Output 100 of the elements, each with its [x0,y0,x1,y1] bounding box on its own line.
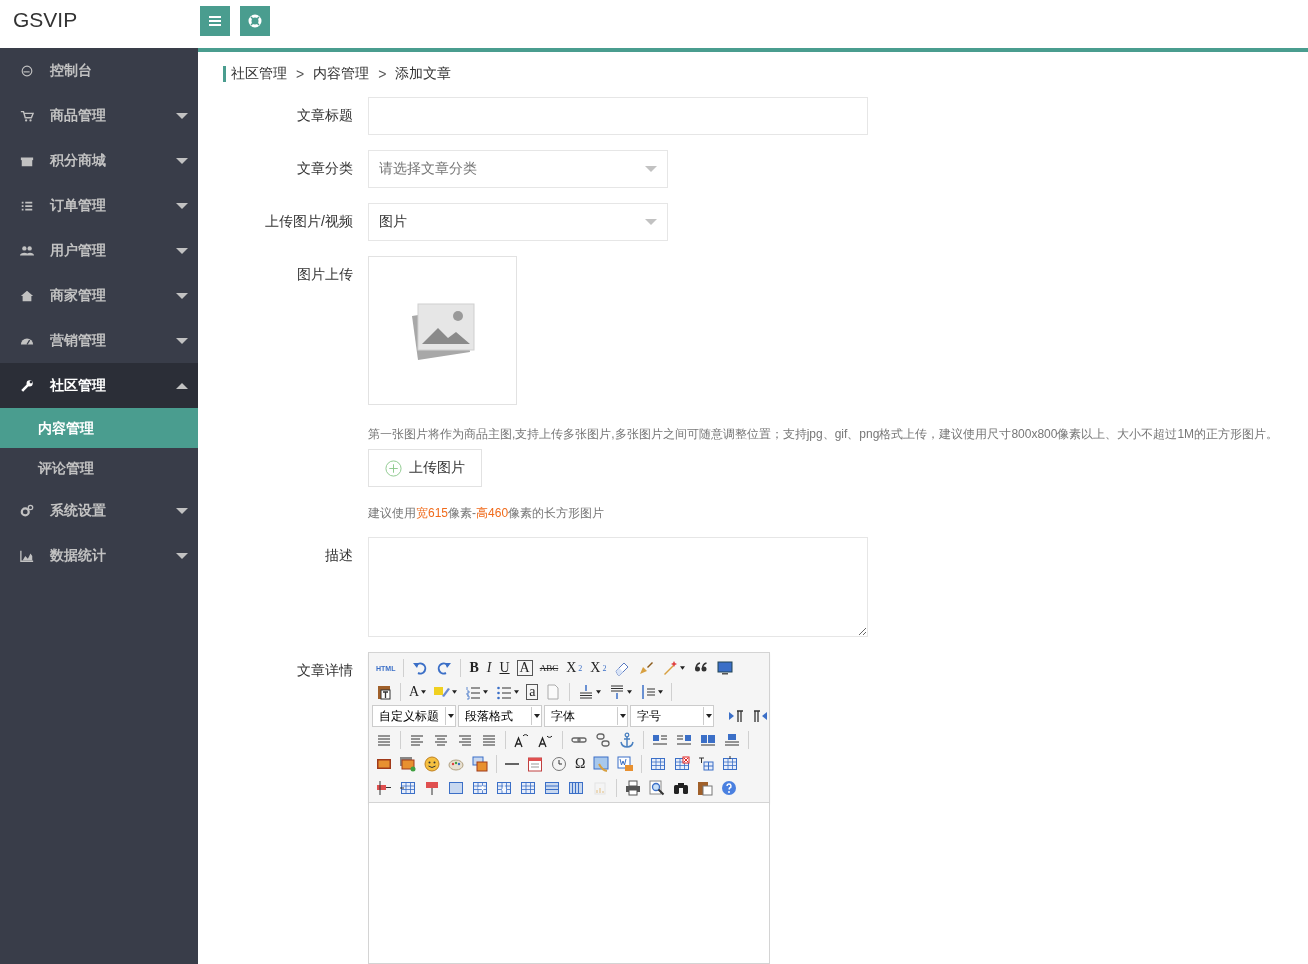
breadcrumb-item: 添加文章 [395,65,452,83]
caret-icon [176,157,188,164]
cart-icon [20,108,34,123]
image-upload-box[interactable] [368,256,517,405]
breadcrumb-item[interactable]: 社区管理 [231,65,287,83]
sidebar-item[interactable]: 系统设置 [0,488,198,533]
sidebar-item[interactable]: 订单管理 [0,183,198,228]
toolbar-button[interactable]: I [483,658,495,678]
columns-icon [568,780,584,796]
toolbar-button[interactable]: Ω [572,754,589,774]
spacing-bottom-icon [609,684,626,700]
toolbar-button[interactable]: A [516,660,533,676]
breadcrumb-marker [223,66,226,82]
caret-icon [627,690,633,694]
sidebar-subitem[interactable]: 评论管理 [0,448,198,488]
sidebar-item[interactable]: 商家管理 [0,273,198,318]
eraser-icon [614,660,631,676]
toolbar-button[interactable]: a [526,684,539,700]
caret-icon [176,202,188,209]
numbered-list-icon [465,684,482,700]
plus-icon [385,459,402,477]
clipboard-icon [376,684,392,700]
binoculars-icon [673,780,689,796]
smiley-icon [424,756,440,772]
menu-icon [209,15,221,26]
toolbar-dropdown[interactable]: 自定义标题 [372,705,456,727]
delete-table-icon [674,756,691,772]
logo-text: GSVIP [12,8,79,32]
lifebuoy-icon [248,13,262,28]
bullet-list-icon [496,684,513,700]
caret-icon [421,690,427,694]
input-field[interactable] [368,97,868,135]
insert-frame-button[interactable] [469,754,491,774]
select-field[interactable]: 图片 [368,203,668,241]
toolbar-dropdown[interactable]: 字号 [630,705,714,727]
caret-icon [176,247,188,254]
unlink-icon [595,732,611,748]
upload-image-button[interactable]: 上传图片 [368,449,482,487]
caret-icon [176,382,188,389]
justify-icon [481,732,497,748]
sidebar-item[interactable]: 数据统计 [0,533,198,578]
wrench-icon [20,378,34,393]
wand-icon [662,660,679,676]
spacing-top-icon [578,684,595,700]
lifebuoy-button[interactable] [240,5,270,36]
toolbar-button[interactable]: A [406,682,430,702]
caret-icon [176,292,188,299]
monitor-icon [717,660,734,676]
help-icon [721,780,737,796]
clock-icon [551,756,567,772]
caret-icon [447,714,454,718]
magnifier-icon [649,780,665,796]
breadcrumb-separator: > [378,66,387,82]
sidebar-item[interactable]: 用户管理 [0,228,198,273]
split-rows-icon [520,780,536,796]
caret-icon [176,337,188,344]
caret-icon [533,714,540,718]
field-label: 上传图片/视频 [264,212,354,231]
chart-icon [20,548,34,563]
toolbar-button[interactable]: U [496,658,513,678]
select-field[interactable]: 请选择文章分类 [368,150,668,188]
smiley-button[interactable] [421,754,443,774]
image-center-icon [724,732,740,748]
upload-hint: 第一张图片将作为商品主图,支持上传多张图片,多张图片之间可随意调整位置；支持jpg、gif、png格式上传，建议使用尺寸800x800像素以上、大小不超过1M的正方形图片。 [368,426,1279,443]
text-direction-rtl-icon [752,708,768,724]
align-center-icon [433,732,449,748]
split-cell-icon [376,780,392,796]
merge-right-icon [472,780,488,796]
field-label: 描述 [324,546,354,565]
users-icon [20,243,34,258]
align-left-icon [409,732,425,748]
sidebar-item[interactable]: 控制台 [0,48,198,93]
caret-icon [596,690,602,694]
float-left-icon [652,732,668,748]
align-right-icon [457,732,473,748]
breadcrumb-item[interactable]: 内容管理 [313,65,370,83]
image-icon [376,756,392,772]
line-height-icon [640,684,657,700]
sidebar-item[interactable]: 商品管理 [0,93,198,138]
menu-button[interactable] [200,5,230,36]
toolbar-button[interactable]: ABC [536,658,562,678]
image-size-note: 建议使用宽615像素-高460像素的长方形图片 [368,505,605,522]
sidebar-item[interactable]: 营销管理 [0,318,198,363]
anchor-icon [619,732,635,748]
breadcrumb-separator: > [296,66,305,82]
home-icon [20,288,34,303]
description-field[interactable] [368,537,868,637]
sidebar-item[interactable]: 社区管理 [0,363,198,408]
sidebar-item[interactable]: 积分商城 [0,138,198,183]
text-direction-ltr-icon [728,708,744,724]
toolbar-dropdown[interactable]: 段落格式 [458,705,542,727]
delete-row-icon [424,780,440,796]
table-title-icon [698,756,715,772]
toolbar-button[interactable]: B [466,658,482,678]
toolbar-dropdown[interactable]: 字体 [544,705,628,727]
caret-icon [619,714,626,718]
calendar-icon [527,756,543,772]
word-image-icon [617,756,634,772]
insert-frame-icon [472,756,488,772]
page-icon [545,684,562,700]
